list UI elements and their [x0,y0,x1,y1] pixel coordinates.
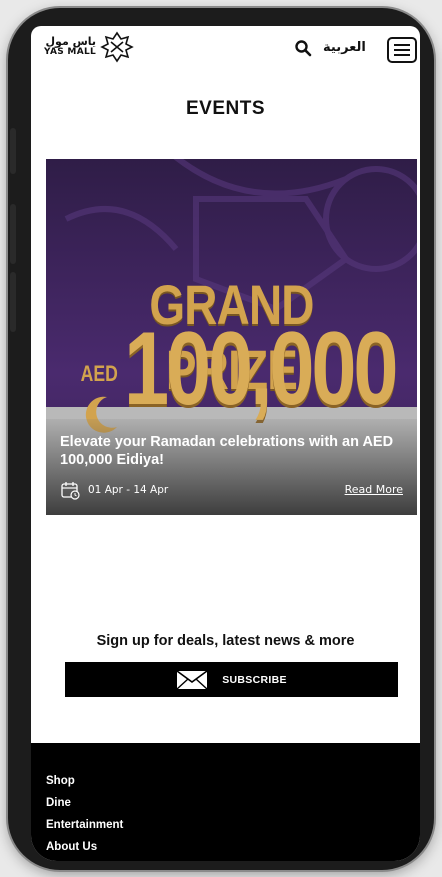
site-header: ياس مول YAS MALL العربية [31,26,420,74]
logo-mark-icon [100,31,134,63]
event-image-amount: AED 100,000 [76,317,417,421]
logo-text: ياس مول YAS MALL [44,36,96,58]
hamburger-menu-icon[interactable] [387,37,417,63]
event-card[interactable]: GRAND PRIZE AED 100,000 Elevate your Ram… [46,159,417,515]
logo-arabic-text: ياس مول [45,35,97,48]
envelope-icon [176,669,208,690]
yas-mall-logo[interactable]: ياس مول YAS MALL [44,31,134,63]
footer-link-entertainment[interactable]: Entertainment [46,819,123,831]
logo-english-text: YAS MALL [44,47,97,57]
event-image-currency: AED [80,361,118,386]
newsletter-prompt: Sign up for deals, latest news & more [96,633,355,649]
event-image-amount-value: 100,000 [124,311,399,427]
mobile-screen: ياس مول YAS MALL العربية EVENTS GRAND PR… [31,26,420,861]
event-title[interactable]: Elevate your Ramadan celebrations with a… [60,433,410,469]
footer-link-shop[interactable]: Shop [46,775,75,787]
menu-line [394,44,410,46]
footer-link-about-us[interactable]: About Us [46,841,97,853]
phone-volume-down-button [10,272,16,332]
read-more-link[interactable]: Read More [345,483,403,496]
site-footer: Shop Dine Entertainment About Us [31,743,420,861]
phone-side-button [10,128,16,174]
menu-line [394,49,410,51]
language-switch-link[interactable]: العربية [323,40,366,55]
phone-volume-up-button [10,204,16,264]
event-date-range: 01 Apr - 14 Apr [88,484,169,496]
event-date-row: 01 Apr - 14 Apr [60,480,168,500]
search-icon[interactable] [294,39,312,57]
subscribe-button[interactable]: SUBSCRIBE [65,662,398,697]
menu-line [394,54,410,56]
footer-link-dine[interactable]: Dine [46,797,71,809]
calendar-icon [61,482,80,500]
subscribe-button-label: SUBSCRIBE [222,673,287,686]
page-title: EVENTS [185,98,266,119]
